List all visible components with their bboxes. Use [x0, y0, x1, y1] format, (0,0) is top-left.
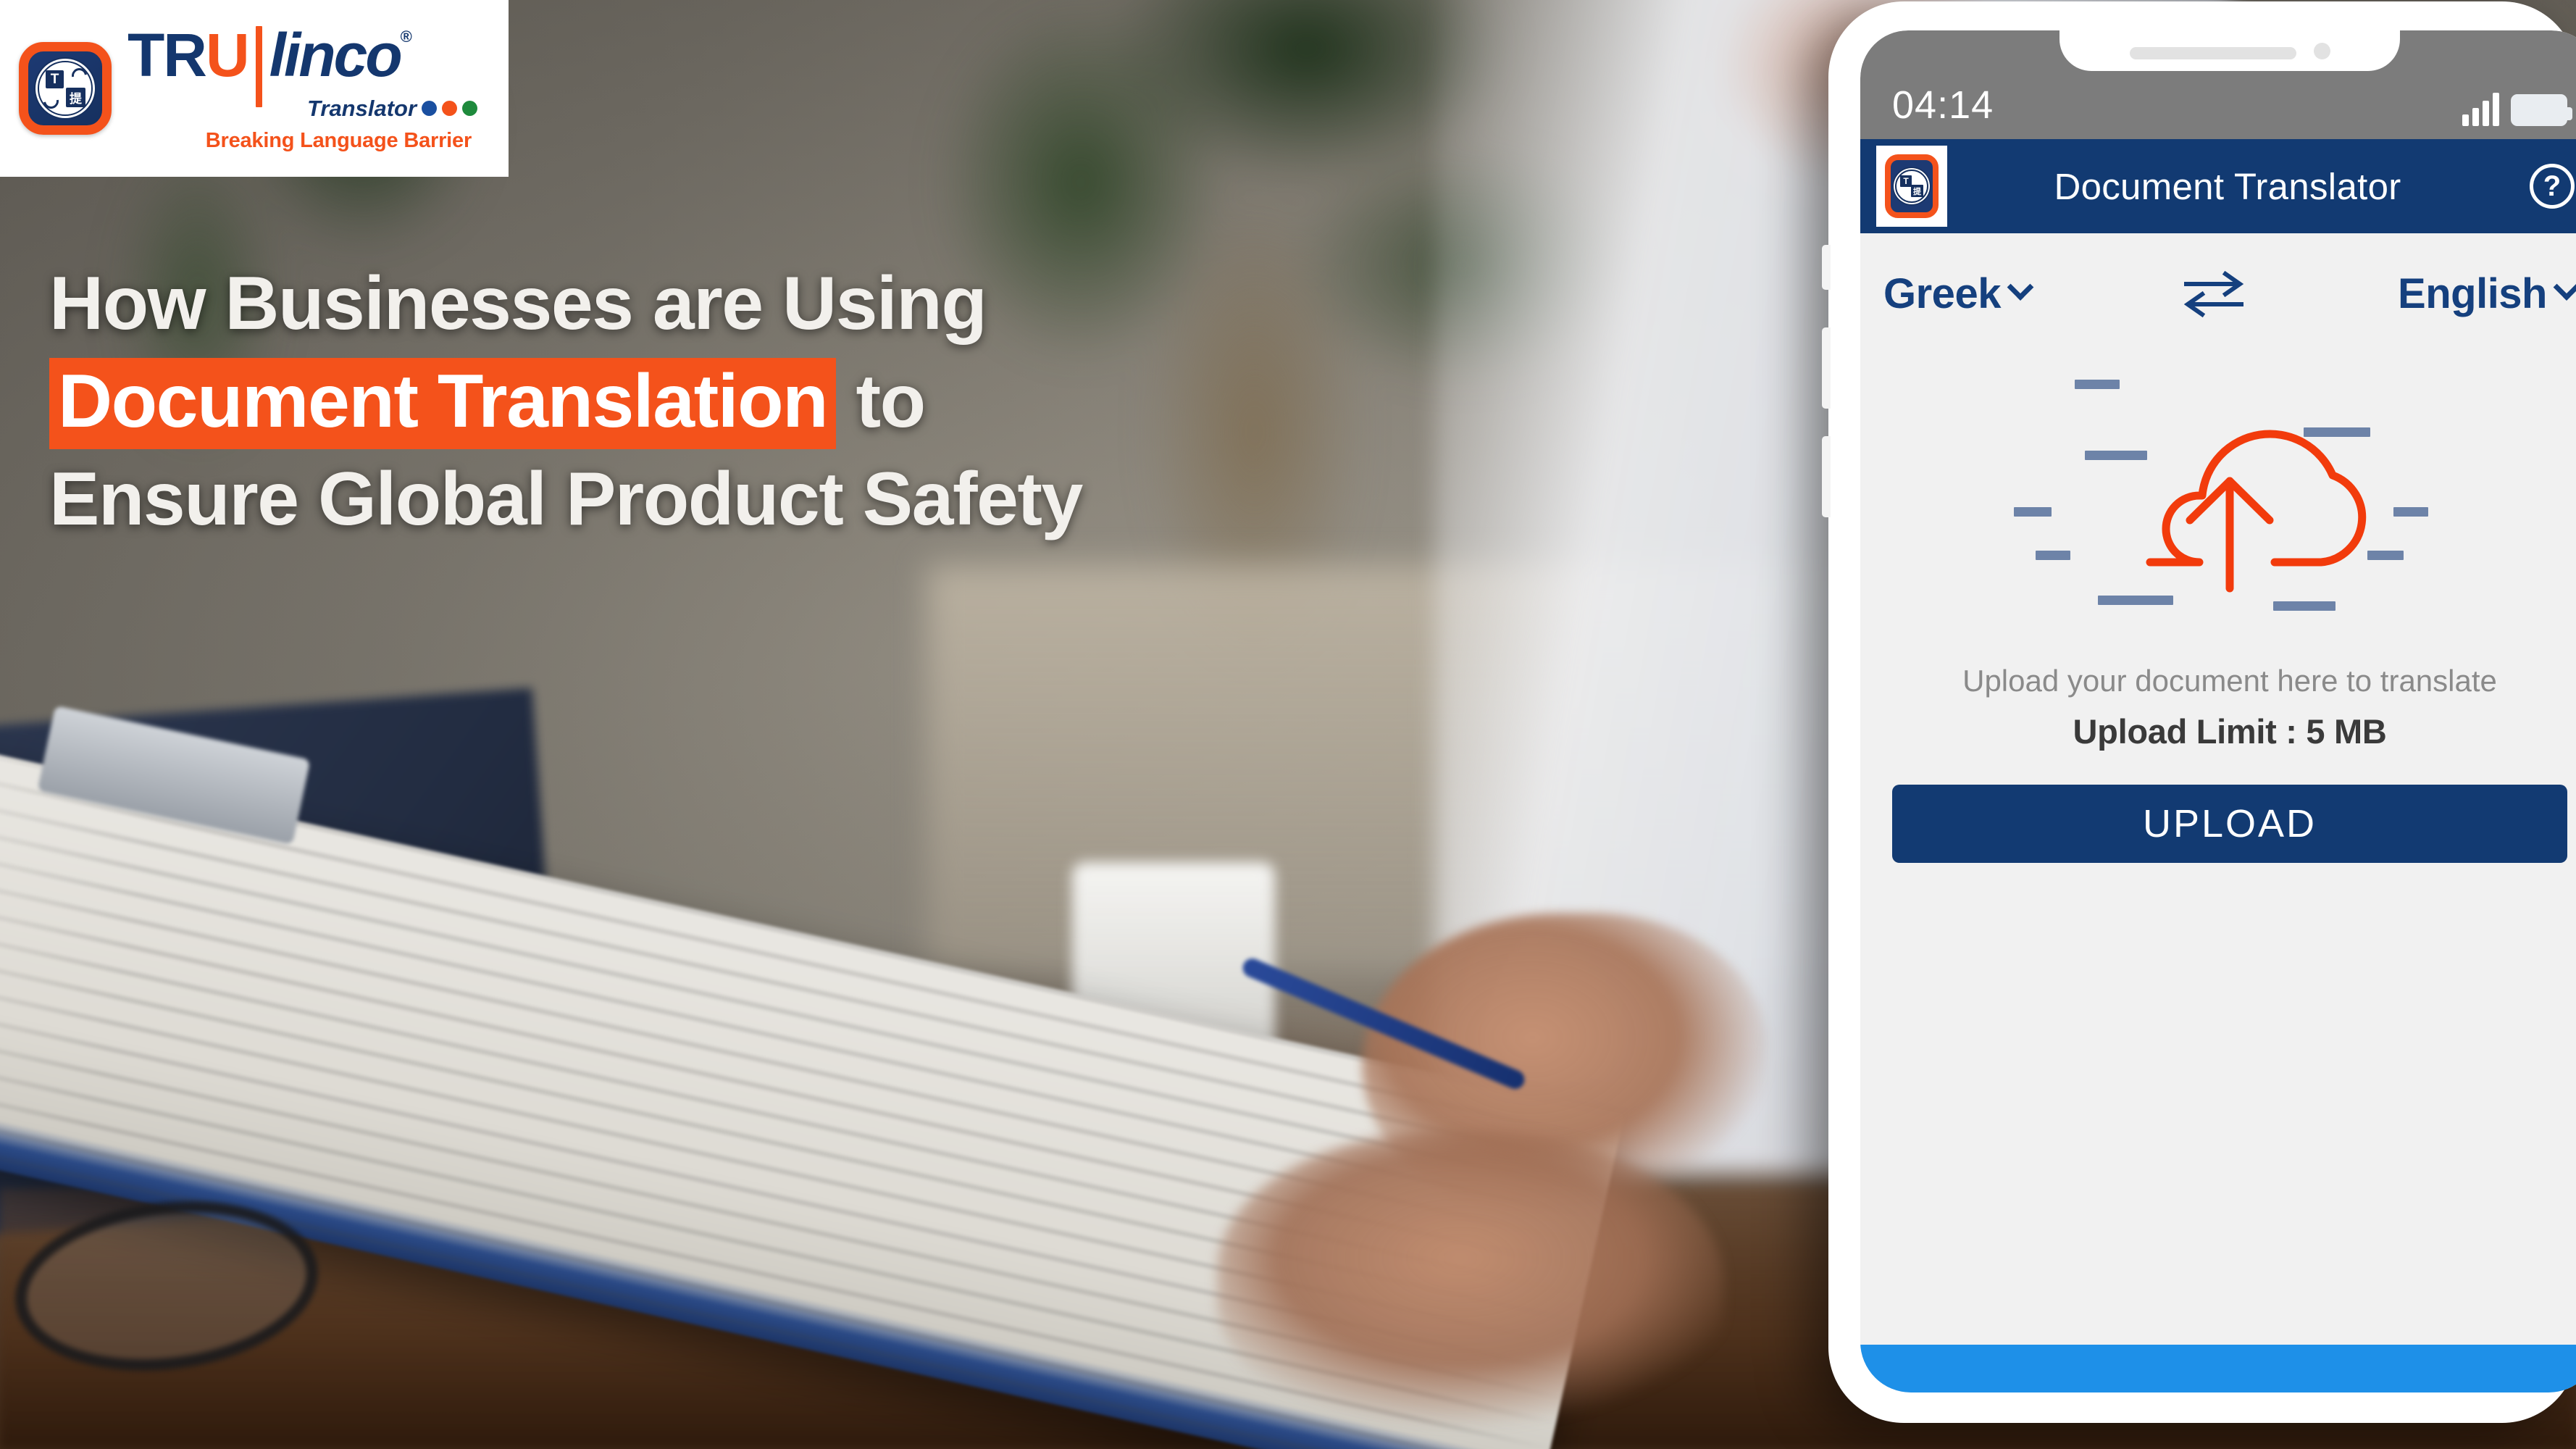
brand-name-u: U: [205, 20, 250, 89]
rotate-arc-top-icon: [68, 64, 91, 87]
target-language-glyph: 提: [66, 88, 85, 107]
decor-dash: [2393, 507, 2428, 517]
brand-product-row: Translator: [307, 95, 478, 122]
app-title: Document Translator: [2054, 165, 2401, 207]
upload-caption: Upload your document here to translate: [1962, 664, 2497, 698]
target-language-glyph: 提: [1911, 185, 1923, 197]
brand-name-linco: linco: [269, 20, 403, 89]
headline-line-2-rest: to: [836, 359, 927, 444]
source-language-dropdown[interactable]: Greek: [1883, 270, 2034, 318]
target-language-dropdown[interactable]: English: [2398, 270, 2576, 318]
translate-glyph-circle: T 提: [38, 61, 93, 116]
brand-tagline: Breaking Language Barrier: [205, 128, 472, 152]
chevron-down-icon: [2553, 274, 2576, 301]
background-hand-lower: [1217, 1130, 1724, 1435]
status-bar: 04:14: [1860, 30, 2576, 139]
trulinco-app-icon: T 提: [19, 42, 112, 135]
banner-canvas: T 提 TRU linco ® Translator Breaking Lang…: [0, 0, 2576, 1449]
phone-screen: 04:14 T 提 Document Translator ? Greek En…: [1860, 30, 2576, 1392]
source-language-glyph: T: [1900, 175, 1912, 187]
source-language-glyph: T: [46, 70, 64, 88]
leaf-icon: [462, 101, 478, 116]
status-clock: 04:14: [1892, 83, 1994, 127]
battery-full-icon: [2511, 94, 2572, 126]
decor-dash: [2014, 507, 2052, 517]
headline-line-1: How Businesses are Using: [49, 262, 987, 346]
cloud-upload-icon: [2146, 430, 2367, 593]
headline-line-2: Document Translation to: [49, 353, 1082, 451]
speech-bubble-icon: [422, 101, 438, 116]
earpiece-speaker: [2129, 47, 2296, 59]
question-mark-icon[interactable]: ?: [2530, 164, 2575, 209]
upload-button[interactable]: UPLOAD: [1892, 785, 2567, 863]
phone-volume-down-button[interactable]: [1822, 436, 1831, 517]
brand-name-row: TRU linco ®: [127, 25, 477, 107]
app-header: T 提 Document Translator ?: [1860, 139, 2576, 233]
decor-dash: [2085, 451, 2147, 460]
decor-dash: [2304, 427, 2370, 437]
brand-logo-card: T 提 TRU linco ® Translator Breaking Lang…: [0, 0, 509, 177]
translate-glyph-circle: T 提: [1895, 170, 1928, 203]
brand-divider-bar: [255, 25, 262, 107]
rotate-arc-bottom-icon: [40, 90, 62, 112]
decor-dash: [2273, 601, 2335, 611]
registered-trademark-icon: ®: [400, 27, 412, 46]
source-language-label: Greek: [1883, 270, 2001, 317]
decor-dash: [2075, 380, 2120, 389]
brand-name-tru: TRU: [127, 20, 250, 89]
upload-dropzone[interactable]: [1860, 349, 2576, 632]
headline-highlight: Document Translation: [49, 358, 837, 450]
phone-notch: [2059, 30, 2400, 71]
upload-limit-label: Upload Limit : 5 MB: [2073, 712, 2387, 751]
phone-volume-up-button[interactable]: [1822, 327, 1831, 409]
decor-dash: [2098, 596, 2173, 605]
page-title: How Businesses are Using Document Transl…: [49, 255, 1083, 549]
chevron-down-icon: [2007, 274, 2034, 301]
status-indicators: [2462, 91, 2572, 128]
target-language-label: English: [2398, 270, 2547, 317]
decor-dash: [2367, 551, 2404, 560]
headline-line-3: Ensure Global Product Safety: [49, 457, 1083, 542]
phone-silent-switch[interactable]: [1822, 245, 1831, 290]
brand-product-label: Translator: [307, 95, 417, 121]
language-selector: Greek English: [1860, 233, 2576, 345]
hand-sign-icon: [442, 101, 458, 116]
front-camera: [2313, 43, 2330, 59]
phone-mockup: 04:14 T 提 Document Translator ? Greek En…: [1822, 1, 2576, 1423]
cellular-signal-icon: [2462, 91, 2499, 126]
home-indicator-bar: [1860, 1345, 2576, 1392]
swap-arrows-icon[interactable]: [2179, 267, 2249, 320]
decor-dash: [2036, 551, 2070, 560]
brand-wordmark: TRU linco ® Translator Breaking Language…: [127, 25, 478, 153]
